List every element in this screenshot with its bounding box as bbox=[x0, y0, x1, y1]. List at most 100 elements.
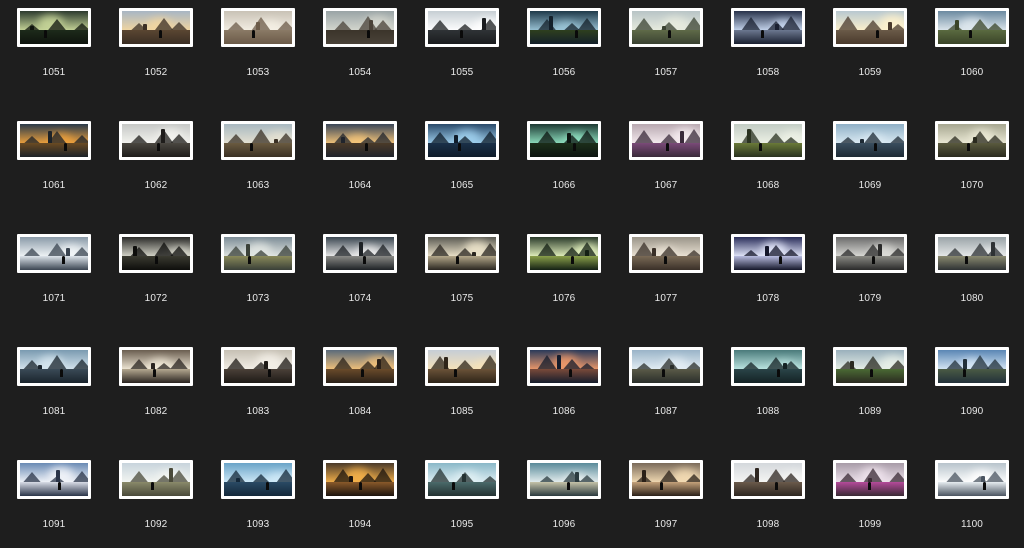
thumbnail-image[interactable] bbox=[629, 121, 703, 160]
thumbnail-tile[interactable]: 1074 bbox=[306, 226, 408, 339]
thumbnail-tile[interactable]: 1075 bbox=[408, 226, 510, 339]
thumbnail-tile[interactable]: 1073 bbox=[204, 226, 306, 339]
thumbnail-image[interactable] bbox=[731, 8, 805, 47]
thumbnail-tile[interactable]: 1081 bbox=[0, 339, 102, 452]
thumbnail-image[interactable] bbox=[221, 121, 295, 160]
thumbnail-image[interactable] bbox=[527, 121, 601, 160]
thumbnail-image[interactable] bbox=[221, 347, 295, 386]
thumbnail-tile[interactable]: 1054 bbox=[306, 0, 408, 113]
thumbnail-tile[interactable]: 1058 bbox=[714, 0, 816, 113]
thumbnail-image[interactable] bbox=[323, 347, 397, 386]
thumbnail-image[interactable] bbox=[731, 347, 805, 386]
thumbnail-tile[interactable]: 1063 bbox=[204, 113, 306, 226]
thumbnail-tile[interactable]: 1078 bbox=[714, 226, 816, 339]
thumbnail-tile[interactable]: 1089 bbox=[816, 339, 918, 452]
thumbnail-image[interactable] bbox=[527, 347, 601, 386]
thumbnail-tile[interactable]: 1059 bbox=[816, 0, 918, 113]
thumbnail-tile[interactable]: 1080 bbox=[918, 226, 1020, 339]
thumbnail-image[interactable] bbox=[527, 8, 601, 47]
thumbnail-image[interactable] bbox=[629, 234, 703, 273]
thumbnail-image[interactable] bbox=[425, 8, 499, 47]
thumbnail-image[interactable] bbox=[425, 234, 499, 273]
thumbnail-image[interactable] bbox=[119, 234, 193, 273]
thumbnail-image[interactable] bbox=[833, 460, 907, 499]
thumbnail-image[interactable] bbox=[323, 121, 397, 160]
thumbnail-tile[interactable]: 1082 bbox=[102, 339, 204, 452]
thumbnail-tile[interactable]: 1095 bbox=[408, 452, 510, 548]
thumbnail-image[interactable] bbox=[833, 121, 907, 160]
thumbnail-tile[interactable]: 1093 bbox=[204, 452, 306, 548]
thumbnail-tile[interactable]: 1055 bbox=[408, 0, 510, 113]
thumbnail-tile[interactable]: 1079 bbox=[816, 226, 918, 339]
thumbnail-image[interactable] bbox=[323, 460, 397, 499]
thumbnail-tile[interactable]: 1097 bbox=[612, 452, 714, 548]
thumbnail-image[interactable] bbox=[527, 234, 601, 273]
thumbnail-tile[interactable]: 1094 bbox=[306, 452, 408, 548]
thumbnail-image[interactable] bbox=[119, 121, 193, 160]
thumbnail-image[interactable] bbox=[833, 234, 907, 273]
thumbnail-tile[interactable]: 1072 bbox=[102, 226, 204, 339]
thumbnail-tile[interactable]: 1051 bbox=[0, 0, 102, 113]
thumbnail-tile[interactable]: 1091 bbox=[0, 452, 102, 548]
thumbnail-tile[interactable]: 1076 bbox=[510, 226, 612, 339]
thumbnail-tile[interactable]: 1087 bbox=[612, 339, 714, 452]
thumbnail-image[interactable] bbox=[323, 234, 397, 273]
thumbnail-image[interactable] bbox=[425, 460, 499, 499]
thumbnail-tile[interactable]: 1090 bbox=[918, 339, 1020, 452]
thumbnail-tile[interactable]: 1085 bbox=[408, 339, 510, 452]
thumbnail-image[interactable] bbox=[17, 121, 91, 160]
thumbnail-image[interactable] bbox=[629, 347, 703, 386]
thumbnail-tile[interactable]: 1068 bbox=[714, 113, 816, 226]
thumbnail-tile[interactable]: 1096 bbox=[510, 452, 612, 548]
thumbnail-image[interactable] bbox=[119, 8, 193, 47]
thumbnail-tile[interactable]: 1088 bbox=[714, 339, 816, 452]
thumbnail-tile[interactable]: 1057 bbox=[612, 0, 714, 113]
thumbnail-tile[interactable]: 1092 bbox=[102, 452, 204, 548]
thumbnail-image[interactable] bbox=[527, 460, 601, 499]
thumbnail-image[interactable] bbox=[833, 8, 907, 47]
thumbnail-tile[interactable]: 1084 bbox=[306, 339, 408, 452]
thumbnail-image[interactable] bbox=[17, 347, 91, 386]
thumbnail-tile[interactable]: 1065 bbox=[408, 113, 510, 226]
thumbnail-tile[interactable]: 1060 bbox=[918, 0, 1020, 113]
thumbnail-image[interactable] bbox=[17, 8, 91, 47]
thumbnail-tile[interactable]: 1053 bbox=[204, 0, 306, 113]
thumbnail-tile[interactable]: 1099 bbox=[816, 452, 918, 548]
thumbnail-image[interactable] bbox=[323, 8, 397, 47]
thumbnail-image[interactable] bbox=[935, 234, 1009, 273]
thumbnail-image[interactable] bbox=[833, 347, 907, 386]
thumbnail-image[interactable] bbox=[221, 460, 295, 499]
thumbnail-image[interactable] bbox=[425, 347, 499, 386]
thumbnail-image[interactable] bbox=[935, 347, 1009, 386]
thumbnail-tile[interactable]: 1083 bbox=[204, 339, 306, 452]
thumbnail-tile[interactable]: 1061 bbox=[0, 113, 102, 226]
thumbnail-tile[interactable]: 1067 bbox=[612, 113, 714, 226]
thumbnail-image[interactable] bbox=[935, 121, 1009, 160]
thumbnail-tile[interactable]: 1069 bbox=[816, 113, 918, 226]
thumbnail-tile[interactable]: 1100 bbox=[918, 452, 1020, 548]
thumbnail-image[interactable] bbox=[629, 460, 703, 499]
thumbnail-image[interactable] bbox=[629, 8, 703, 47]
thumbnail-image[interactable] bbox=[935, 460, 1009, 499]
thumbnail-tile[interactable]: 1062 bbox=[102, 113, 204, 226]
thumbnail-image[interactable] bbox=[425, 121, 499, 160]
thumbnail-tile[interactable]: 1098 bbox=[714, 452, 816, 548]
thumbnail-image[interactable] bbox=[731, 234, 805, 273]
thumbnail-tile[interactable]: 1070 bbox=[918, 113, 1020, 226]
thumbnail-image[interactable] bbox=[119, 460, 193, 499]
thumbnail-image[interactable] bbox=[935, 8, 1009, 47]
thumbnail-image[interactable] bbox=[119, 347, 193, 386]
thumbnail-tile[interactable]: 1056 bbox=[510, 0, 612, 113]
thumbnail-image[interactable] bbox=[221, 8, 295, 47]
thumbnail-tile[interactable]: 1077 bbox=[612, 226, 714, 339]
thumbnail-image[interactable] bbox=[731, 460, 805, 499]
thumbnail-tile[interactable]: 1064 bbox=[306, 113, 408, 226]
thumbnail-tile[interactable]: 1052 bbox=[102, 0, 204, 113]
thumbnail-tile[interactable]: 1066 bbox=[510, 113, 612, 226]
thumbnail-image[interactable] bbox=[731, 121, 805, 160]
thumbnail-tile[interactable]: 1086 bbox=[510, 339, 612, 452]
thumbnail-image[interactable] bbox=[17, 460, 91, 499]
thumbnail-image[interactable] bbox=[17, 234, 91, 273]
thumbnail-tile[interactable]: 1071 bbox=[0, 226, 102, 339]
thumbnail-image[interactable] bbox=[221, 234, 295, 273]
